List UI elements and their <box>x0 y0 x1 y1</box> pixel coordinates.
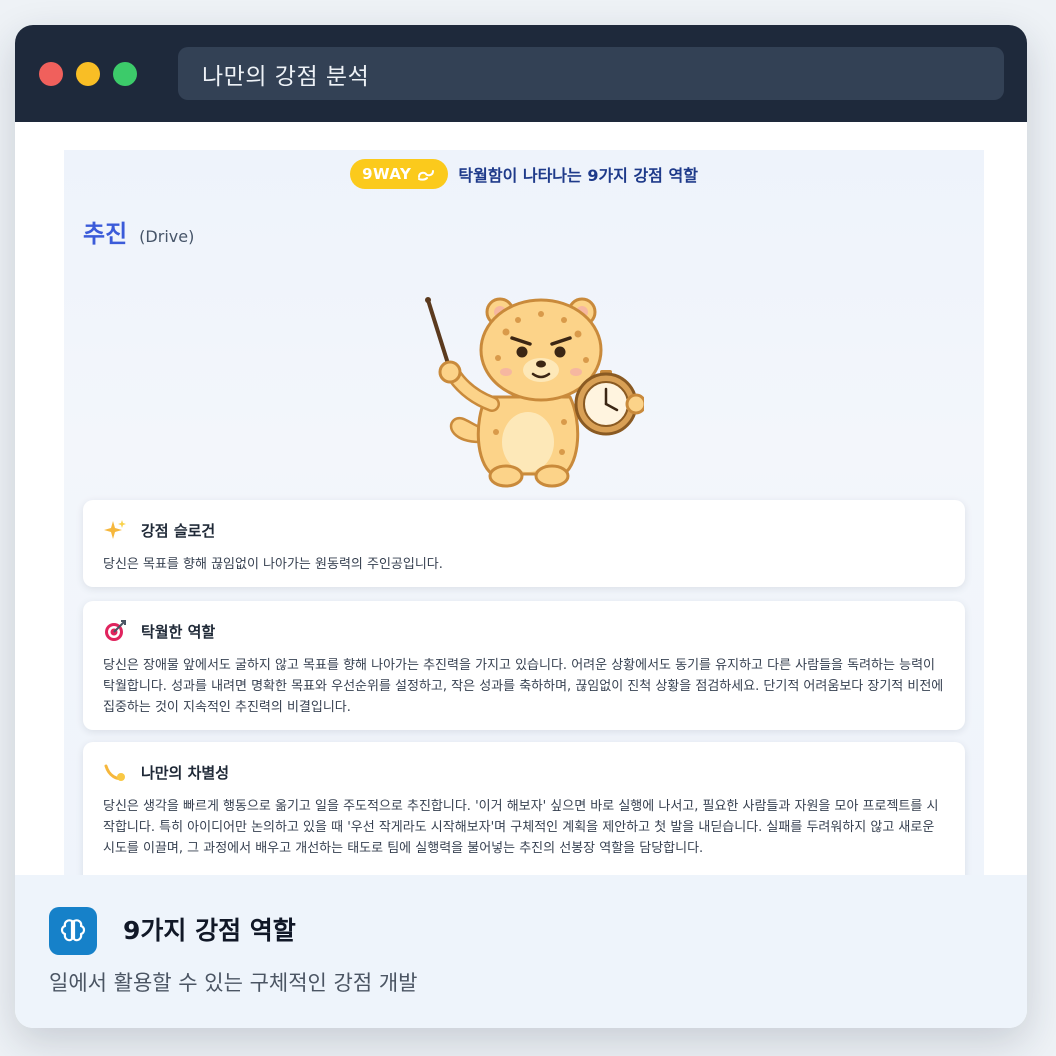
excellent-role-card-header: 탁월한 역할 <box>103 619 945 643</box>
minimize-window-button[interactable] <box>76 62 100 86</box>
result-content[interactable]: 9WAY 탁월함이 나타나는 9가지 강점 역할 추진 (Drive) 강점 슬… <box>64 150 984 880</box>
result-header: 9WAY 탁월함이 나타나는 9가지 강점 역할 <box>64 158 984 190</box>
window-title: 나만의 강점 분석 <box>202 63 370 90</box>
differentiation-card-text: 당신은 생각을 빠르게 행동으로 옮기고 일을 주도적으로 추진합니다. '이거… <box>103 799 939 856</box>
address-bar[interactable]: 나만의 강점 분석 <box>178 47 1004 100</box>
differentiation-card-title: 나만의 차별성 <box>141 763 230 782</box>
excellent-role-card-title: 탁월한 역할 <box>141 622 216 641</box>
maximize-window-button[interactable] <box>113 62 137 86</box>
feature-footer: 9가지 강점 역할 일에서 활용할 수 있는 구체적인 강점 개발 <box>15 875 1027 1028</box>
app-window: 나만의 강점 분석 9WAY 탁월함이 나타나는 9가지 강점 역할 추진 (D… <box>15 25 1027 1028</box>
footer-title: 9가지 강점 역할 <box>123 916 296 945</box>
comet-icon <box>103 760 127 784</box>
brand-badge: 9WAY <box>350 159 449 189</box>
target-icon <box>103 619 127 643</box>
brand-badge-label: 9WAY <box>362 165 412 183</box>
cheetah-mascot-illustration <box>425 297 644 488</box>
excellent-role-card: 탁월한 역할 당신은 장애물 앞에서도 굴하지 않고 목표를 향해 나아가는 추… <box>83 601 965 730</box>
slogan-card-text: 당신은 목표를 향해 끊임없이 나아가는 원동력의 주인공입니다. <box>103 557 443 572</box>
role-heading: 추진 (Drive) <box>83 214 194 249</box>
excellent-role-card-text: 당신은 장애물 앞에서도 굴하지 않고 목표를 향해 나아가는 추진력을 가지고… <box>103 658 944 715</box>
sparkles-icon <box>103 518 127 542</box>
differentiation-card: 나만의 차별성 당신은 생각을 빠르게 행동으로 옮기고 일을 주도적으로 추진… <box>83 742 965 880</box>
role-name: 추진 <box>83 220 128 248</box>
brain-icon <box>49 907 97 955</box>
title-bar: 나만의 강점 분석 <box>15 25 1027 122</box>
differentiation-card-header: 나만의 차별성 <box>103 760 945 784</box>
slogan-card-header: 강점 슬로건 <box>103 518 945 542</box>
role-english: (Drive) <box>139 227 195 246</box>
slogan-card-title: 강점 슬로건 <box>141 521 216 540</box>
footer-subtitle: 일에서 활용할 수 있는 구체적인 강점 개발 <box>49 971 418 995</box>
link-icon <box>418 170 435 181</box>
slogan-card: 강점 슬로건 당신은 목표를 향해 끊임없이 나아가는 원동력의 주인공입니다. <box>83 500 965 587</box>
close-window-button[interactable] <box>39 62 63 86</box>
header-title: 탁월함이 나타나는 9가지 강점 역할 <box>458 166 698 185</box>
